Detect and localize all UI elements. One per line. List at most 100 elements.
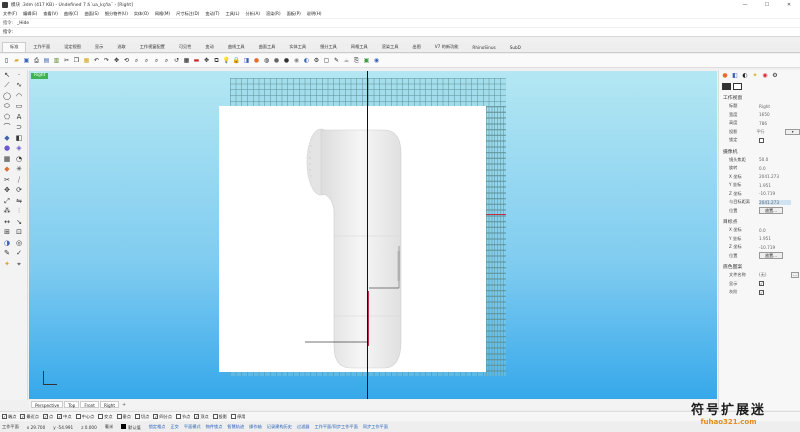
- prop-value[interactable]: Right: [759, 104, 791, 109]
- gumball-icon[interactable]: ✦: [2, 260, 12, 269]
- check-icon[interactable]: ✓: [14, 249, 24, 258]
- toolbar-tab[interactable]: 工作平面: [26, 43, 57, 52]
- locked-checkbox[interactable]: [759, 137, 764, 143]
- close-button[interactable]: ✕: [778, 0, 800, 9]
- prop-value[interactable]: 0.0: [759, 228, 791, 233]
- rotate-tool-icon[interactable]: ⟳: [14, 186, 24, 195]
- prop-value[interactable]: 2041.273: [759, 174, 791, 179]
- paste-icon[interactable]: ▦: [82, 56, 91, 65]
- save-icon[interactable]: ▣: [22, 56, 31, 65]
- lock-icon[interactable]: 🔒: [232, 56, 241, 65]
- extrude-icon[interactable]: ◧: [14, 134, 24, 143]
- tab-front[interactable]: Front: [80, 401, 99, 408]
- sphere-icon[interactable]: ●: [2, 144, 12, 153]
- scale-icon[interactable]: ⤢: [2, 197, 12, 206]
- osnap-option[interactable]: 投影: [212, 414, 227, 420]
- fillet-icon[interactable]: ⌒: [2, 123, 12, 132]
- menu-item[interactable]: 实体(O): [134, 11, 149, 17]
- toolbar-tab[interactable]: 曲面工具: [252, 43, 283, 52]
- align-icon[interactable]: ⫶: [14, 207, 24, 216]
- right-viewport[interactable]: Right: [29, 71, 717, 399]
- viewport-title[interactable]: Right: [31, 73, 49, 79]
- osnap-option[interactable]: 节点: [175, 414, 190, 420]
- polyline-icon[interactable]: ⟋: [2, 81, 12, 90]
- toolbar-tab[interactable]: 工作视窗配置: [133, 43, 172, 52]
- rendering-tab-icon[interactable]: ◉: [761, 72, 769, 80]
- layers-tab-icon[interactable]: ◧: [731, 72, 739, 80]
- teapot-icon[interactable]: ☕: [342, 56, 351, 65]
- projection-dropdown[interactable]: ▾: [785, 128, 800, 135]
- osnap-checkbox[interactable]: [231, 414, 237, 419]
- wireframe-icon[interactable]: ◍: [262, 56, 271, 65]
- help-tab-icon[interactable]: ⚙: [771, 72, 779, 80]
- undo-icon[interactable]: ↶: [92, 56, 101, 65]
- menu-item[interactable]: 工具(L): [226, 11, 240, 17]
- osnap-checkbox[interactable]: [134, 414, 140, 419]
- copy-icon[interactable]: ❐: [72, 56, 81, 65]
- zoom-window-icon[interactable]: ⌕: [142, 56, 151, 65]
- redo-icon[interactable]: ↷: [102, 56, 111, 65]
- dimension-icon[interactable]: ↔: [2, 218, 12, 227]
- osnap-checkbox[interactable]: [75, 414, 81, 419]
- toolbar-tab[interactable]: SubD: [503, 44, 528, 52]
- status-mode-toggle[interactable]: 同步工作平面: [363, 424, 388, 429]
- polygon-icon[interactable]: ⬠: [2, 113, 12, 122]
- prop-value[interactable]: 平行: [756, 129, 785, 135]
- layer-indicator[interactable]: 默认值: [121, 423, 141, 431]
- osnap-option[interactable]: ✓ 点: [42, 414, 53, 420]
- snap-icon[interactable]: ⌖: [14, 260, 24, 269]
- menu-item[interactable]: 变动(T): [205, 11, 219, 17]
- osnap-checkbox[interactable]: ✓: [42, 414, 48, 419]
- prop-value[interactable]: -10.719: [759, 191, 791, 196]
- osnap-checkbox[interactable]: [212, 414, 218, 419]
- osnap-checkbox[interactable]: ✓: [153, 414, 159, 419]
- render-sphere-icon[interactable]: ◉: [292, 56, 301, 65]
- network-icon[interactable]: ⎘: [352, 56, 361, 65]
- prop-value[interactable]: 1650: [759, 112, 791, 117]
- status-mode-toggle[interactable]: 过滤器: [297, 424, 310, 429]
- rectangle-icon[interactable]: ▭: [14, 102, 24, 111]
- osnap-checkbox[interactable]: ✓: [194, 414, 200, 419]
- display-tab-icon[interactable]: ◐: [741, 72, 749, 80]
- prop-value[interactable]: 786: [759, 121, 791, 126]
- osnap-checkbox[interactable]: ✓: [57, 414, 63, 419]
- undo-view-icon[interactable]: ↺: [172, 56, 181, 65]
- place-target-button[interactable]: 放置...: [759, 252, 783, 260]
- import-icon[interactable]: ▤: [42, 56, 51, 65]
- layer-icon[interactable]: ◨: [242, 56, 251, 65]
- osnap-checkbox[interactable]: ✓: [20, 414, 26, 419]
- toolbar-tab[interactable]: 显示: [88, 43, 110, 52]
- osnap-checkbox[interactable]: [116, 414, 122, 419]
- toolbar-tab[interactable]: 细分工具: [313, 43, 344, 52]
- box-icon[interactable]: ◈: [14, 144, 24, 153]
- osnap-option[interactable]: ✓ 端点: [2, 414, 16, 420]
- toolbar-tab[interactable]: 设定视图: [57, 43, 88, 52]
- tools-icon[interactable]: ✎: [332, 56, 341, 65]
- toolbar-tab[interactable]: 变动: [198, 43, 220, 52]
- status-mode-toggle[interactable]: 工作平面/同步工作平面: [314, 424, 357, 429]
- status-mode-toggle[interactable]: 智慧轨迹: [227, 424, 244, 429]
- cut-icon[interactable]: ✂: [62, 56, 71, 65]
- point-icon[interactable]: ·: [14, 71, 24, 80]
- osnap-option[interactable]: ✓ 最近点: [20, 414, 39, 420]
- toolbar-tab[interactable]: 出图: [405, 43, 427, 52]
- surface-icon[interactable]: ◆: [2, 134, 12, 143]
- document-icon[interactable]: ▢: [322, 56, 331, 65]
- browse-button[interactable]: …: [791, 272, 799, 279]
- mirror-icon[interactable]: ⇋: [14, 197, 24, 206]
- osnap-option[interactable]: ✓ 顶点: [194, 414, 209, 420]
- osnap-checkbox[interactable]: [98, 414, 104, 419]
- select-icon[interactable]: ▬: [192, 56, 201, 65]
- toolbar-tab[interactable]: 曲线工具: [221, 43, 252, 52]
- boolean-icon[interactable]: ◔: [14, 155, 24, 164]
- shaded-icon[interactable]: ●: [272, 56, 281, 65]
- toolbar-tab[interactable]: 网格工具: [344, 43, 375, 52]
- status-mode-toggle[interactable]: 操作轴: [249, 424, 262, 429]
- prop-value[interactable]: 0.0: [759, 166, 791, 171]
- circle-icon[interactable]: ◯: [2, 92, 12, 101]
- split-icon[interactable]: ⧸: [14, 176, 24, 185]
- light-tab-icon[interactable]: ✦: [751, 72, 759, 80]
- tab-right[interactable]: Right: [99, 401, 119, 408]
- analysis-icon[interactable]: ◑: [2, 239, 12, 248]
- move-icon[interactable]: ✥: [202, 56, 211, 65]
